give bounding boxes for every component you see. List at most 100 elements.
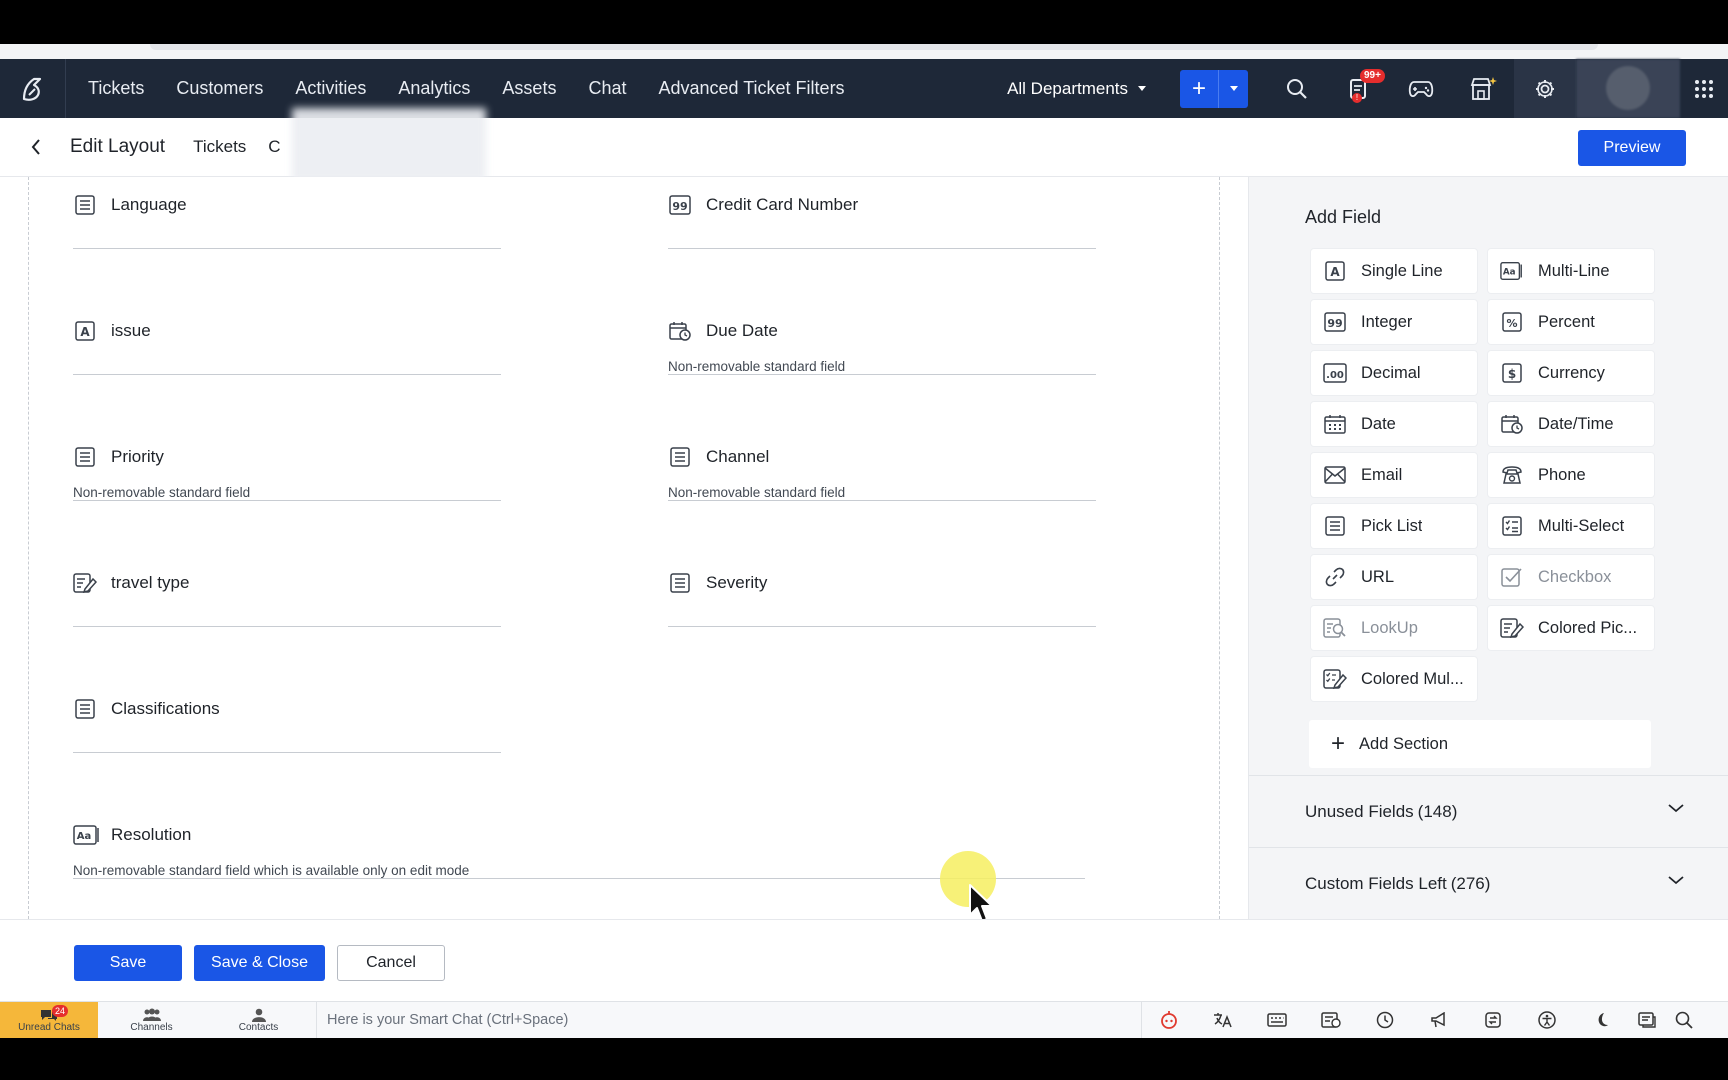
breadcrumb-module[interactable]: Tickets	[193, 137, 246, 157]
accessibility-button[interactable]	[1520, 1002, 1574, 1039]
breadcrumb-layout[interactable]: C	[268, 137, 280, 157]
announcements-button[interactable]	[1412, 1002, 1466, 1039]
layout-field-channel[interactable]: Channel Non-removable standard field	[668, 429, 1096, 501]
multiselect-icon	[1500, 514, 1524, 538]
browser-strip	[0, 44, 1728, 59]
add-section-button[interactable]: + Add Section	[1309, 720, 1651, 768]
add-new-dropdown-button[interactable]	[1218, 69, 1248, 108]
field-type-date[interactable]: Date	[1311, 402, 1477, 446]
notifications-button[interactable]: 99+ !	[1328, 59, 1390, 118]
field-type-label: Checkbox	[1538, 567, 1612, 586]
field-type-pick-list[interactable]: Pick List	[1311, 504, 1477, 548]
field-note: Non-removable standard field	[73, 485, 251, 500]
games-button[interactable]	[1390, 59, 1452, 118]
datetime-icon	[668, 319, 692, 343]
field-type-multi-select[interactable]: Multi-Select	[1488, 504, 1654, 548]
layout-field-travel-type[interactable]: travel type	[73, 555, 501, 627]
add-new-button[interactable]: +	[1180, 69, 1218, 108]
nav-chat[interactable]: Chat	[572, 78, 642, 99]
screen-letterbox-top	[0, 0, 1728, 44]
currency-icon: $	[1500, 361, 1524, 385]
unread-chats-tab[interactable]: Unread Chats 24	[0, 1001, 98, 1039]
picklist-icon	[73, 697, 97, 721]
dark-mode-button[interactable]	[1574, 1002, 1628, 1039]
field-type-phone[interactable]: Phone	[1488, 453, 1654, 497]
bottom-chat-bar: Unread Chats 24 Channels Contacts Here i…	[0, 1001, 1728, 1039]
field-type-label: Multi-Line	[1538, 261, 1610, 280]
field-type-label: Email	[1361, 465, 1403, 484]
layout-field-severity[interactable]: Severity	[668, 555, 1096, 627]
unused-fields-label: Unused Fields	[1305, 801, 1414, 821]
layout-field-priority[interactable]: Priority Non-removable standard field	[73, 429, 501, 501]
caret-down-icon	[1138, 86, 1146, 91]
svg-text:Aa: Aa	[1503, 268, 1516, 278]
layout-field-classifications[interactable]: Classifications	[73, 681, 501, 753]
field-type-multi-line[interactable]: Aa Multi-Line	[1488, 249, 1654, 293]
unused-fields-accordion[interactable]: Unused Fields (148)	[1249, 775, 1728, 847]
nav-assets[interactable]: Assets	[486, 78, 572, 99]
field-type-integer[interactable]: 99 Integer	[1311, 300, 1477, 344]
bottom-search-button[interactable]	[1666, 1002, 1702, 1039]
preview-button[interactable]: Preview	[1578, 130, 1686, 166]
picklist-icon	[73, 445, 97, 469]
page-title: Edit Layout	[70, 136, 166, 157]
field-type-email[interactable]: Email	[1311, 453, 1477, 497]
layout-field-credit-card-number[interactable]: 99 Credit Card Number	[668, 177, 1096, 249]
single-line-icon: A	[73, 319, 97, 343]
field-type-label: Decimal	[1361, 363, 1421, 382]
field-type-currency[interactable]: $ Currency	[1488, 351, 1654, 395]
add-split-button: +	[1180, 69, 1248, 108]
cancel-button[interactable]: Cancel	[337, 945, 445, 981]
nav-analytics[interactable]: Analytics	[382, 78, 486, 99]
field-type-checkbox[interactable]: Checkbox	[1488, 555, 1654, 599]
app-launcher-button[interactable]	[1680, 59, 1728, 118]
colored-multiselect-icon	[1323, 667, 1347, 691]
field-type-url[interactable]: URL	[1311, 555, 1477, 599]
settings-button[interactable]	[1514, 59, 1576, 118]
notes-icon	[1321, 1012, 1341, 1028]
keyboard-icon	[1267, 1013, 1287, 1027]
channels-tab[interactable]: Channels	[98, 1002, 205, 1039]
colored-picklist-icon	[73, 571, 97, 595]
back-button[interactable]	[30, 138, 60, 156]
field-name: Due Date	[706, 321, 778, 340]
contacts-tab[interactable]: Contacts	[205, 1002, 312, 1039]
field-type-date-time[interactable]: Date/Time	[1488, 402, 1654, 446]
app-logo[interactable]	[0, 59, 66, 118]
nav-customers[interactable]: Customers	[160, 78, 279, 99]
keyboard-shortcuts-button[interactable]	[1250, 1002, 1304, 1039]
marketplace-button[interactable]	[1452, 59, 1514, 118]
translate-button[interactable]	[1196, 1002, 1250, 1039]
search-button[interactable]	[1266, 59, 1328, 118]
nav-activities[interactable]: Activities	[279, 78, 382, 99]
zia-bot-button[interactable]	[1142, 1002, 1196, 1039]
plus-icon: +	[1191, 74, 1206, 102]
custom-fields-left-accordion[interactable]: Custom Fields Left (276)	[1249, 847, 1728, 919]
layout-field-due-date[interactable]: Due Date Non-removable standard field	[668, 303, 1096, 375]
department-selector[interactable]: All Departments	[1007, 79, 1146, 99]
field-type-lookup[interactable]: LookUp	[1311, 606, 1477, 650]
history-button[interactable]	[1358, 1002, 1412, 1039]
contact-icon	[251, 1008, 266, 1022]
field-type-percent[interactable]: % Percent	[1488, 300, 1654, 344]
field-type-single-line[interactable]: A Single Line	[1311, 249, 1477, 293]
save-button[interactable]: Save	[74, 945, 182, 981]
field-type-colored-multiselect[interactable]: Colored Mul...	[1311, 657, 1477, 701]
layout-field-resolution[interactable]: Aa Resolution Non-removable standard fie…	[73, 807, 1085, 879]
field-name: Classifications	[111, 699, 220, 718]
field-type-colored-picklist[interactable]: Colored Pic...	[1488, 606, 1654, 650]
nav-advanced-ticket-filters[interactable]: Advanced Ticket Filters	[642, 78, 860, 99]
layout-field-issue[interactable]: A issue	[73, 303, 501, 375]
custom-fields-left-label: Custom Fields Left	[1305, 873, 1447, 893]
layout-field-language[interactable]: Language	[73, 177, 501, 249]
nav-tickets[interactable]: Tickets	[72, 78, 160, 99]
add-section-label: Add Section	[1359, 734, 1448, 753]
notes-button[interactable]	[1304, 1002, 1358, 1039]
save-and-close-button[interactable]: Save & Close	[194, 945, 325, 981]
smart-chat-input[interactable]: Here is your Smart Chat (Ctrl+Space)	[316, 1001, 1142, 1039]
avatar[interactable]	[1576, 59, 1680, 118]
sync-button[interactable]	[1466, 1002, 1520, 1039]
field-type-decimal[interactable]: .00 Decimal	[1311, 351, 1477, 395]
link-icon	[1323, 565, 1347, 589]
chat-window-button[interactable]	[1628, 1002, 1666, 1039]
